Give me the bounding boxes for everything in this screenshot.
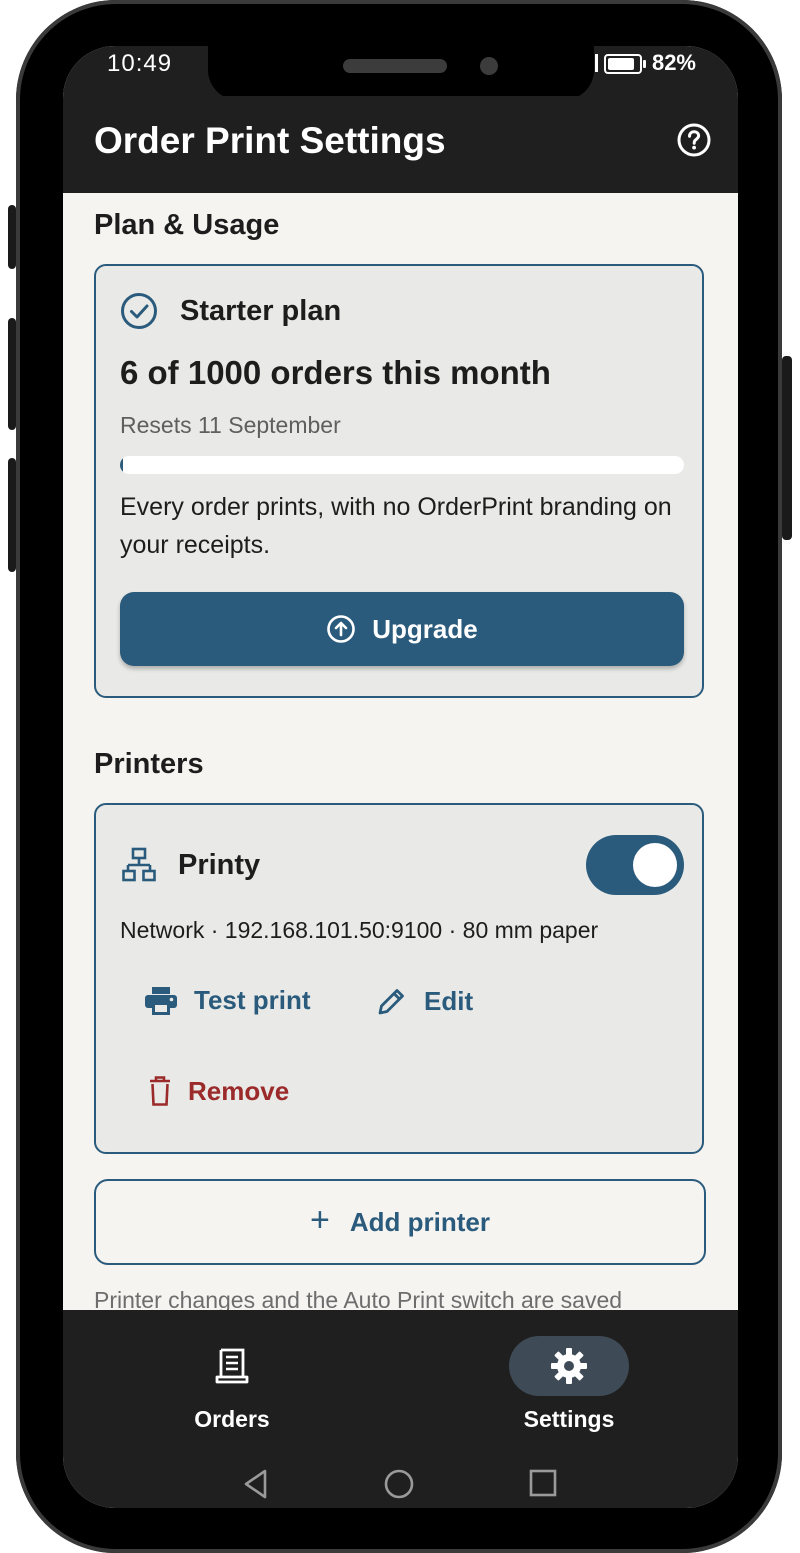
nav-orders-label: Orders bbox=[194, 1406, 270, 1432]
signal-icon bbox=[595, 54, 598, 72]
printers-section-heading: Printers bbox=[94, 748, 204, 780]
edit-button[interactable]: Edit bbox=[376, 985, 473, 1017]
plan-name: Starter plan bbox=[180, 294, 342, 327]
plan-section-heading: Plan & Usage bbox=[94, 209, 280, 241]
volume-down-button bbox=[8, 458, 16, 572]
screen: 10:49 82% Order Print Settings Plan & Us… bbox=[63, 46, 738, 1508]
usage-count: 6 of 1000 orders this month bbox=[120, 354, 551, 391]
home-icon[interactable] bbox=[383, 1468, 415, 1500]
upgrade-label: Upgrade bbox=[372, 613, 478, 644]
save-note: Printer changes and the Auto Print switc… bbox=[94, 1287, 623, 1310]
nav-settings-label: Settings bbox=[523, 1406, 615, 1432]
usage-progress-bar bbox=[120, 456, 684, 474]
gear-icon bbox=[551, 1348, 587, 1384]
camera-notch bbox=[208, 46, 594, 100]
help-circle-icon[interactable] bbox=[677, 123, 711, 157]
remove-label: Remove bbox=[188, 1075, 290, 1106]
printer-header: Printy bbox=[122, 847, 260, 883]
speaker-grille bbox=[343, 59, 447, 73]
back-icon[interactable] bbox=[241, 1468, 271, 1500]
printer-name: Printy bbox=[178, 848, 261, 881]
edit-label: Edit bbox=[424, 985, 474, 1016]
add-printer-button[interactable]: + Add printer bbox=[94, 1179, 706, 1265]
plan-card: Starter plan 6 of 1000 orders this month… bbox=[94, 264, 704, 698]
settings-content[interactable]: Plan & Usage Starter plan 6 of 1000 orde… bbox=[63, 193, 738, 1310]
printer-enabled-toggle[interactable] bbox=[586, 835, 684, 895]
front-camera bbox=[480, 57, 498, 75]
usage-progress-fill bbox=[120, 456, 124, 474]
reset-date: Resets 11 September bbox=[120, 412, 341, 438]
page-title: Order Print Settings bbox=[94, 120, 446, 161]
nav-settings[interactable]: Settings bbox=[449, 1310, 689, 1460]
recents-icon[interactable] bbox=[528, 1468, 558, 1498]
power-button bbox=[782, 356, 792, 540]
network-icon bbox=[122, 847, 156, 882]
bottom-navigation: Orders Settings bbox=[63, 1310, 738, 1460]
toggle-knob bbox=[633, 843, 677, 887]
trash-icon bbox=[150, 1076, 170, 1106]
battery-percent: 82% bbox=[651, 50, 696, 75]
add-printer-label: Add printer bbox=[349, 1206, 490, 1237]
nav-settings-icon-wrap bbox=[509, 1336, 629, 1396]
app-bar: Order Print Settings bbox=[63, 96, 738, 193]
volume-up-button bbox=[8, 318, 16, 430]
receipt-icon bbox=[215, 1348, 249, 1384]
nav-orders-icon-wrap bbox=[172, 1336, 292, 1396]
check-circle-icon bbox=[121, 293, 157, 329]
side-button bbox=[8, 205, 16, 269]
printer-icon bbox=[145, 986, 177, 1015]
arrow-up-circle-icon bbox=[327, 615, 356, 643]
plus-icon: + bbox=[310, 1200, 330, 1239]
status-time: 10:49 bbox=[107, 50, 173, 77]
printer-card: Printy Network · 192.168.101.50:9100 · 8… bbox=[94, 803, 704, 1154]
plan-description: Every order prints, with no OrderPrint b… bbox=[120, 493, 672, 559]
remove-button[interactable]: Remove bbox=[148, 1075, 289, 1107]
plan-header: Starter plan bbox=[120, 292, 341, 330]
system-navigation-bar bbox=[63, 1460, 738, 1508]
test-print-button[interactable]: Test print bbox=[144, 985, 311, 1016]
test-print-label: Test print bbox=[194, 985, 311, 1015]
nav-orders[interactable]: Orders bbox=[112, 1310, 352, 1460]
pencil-icon bbox=[378, 989, 404, 1015]
printer-details: Network · 192.168.101.50:9100 · 80 mm pa… bbox=[120, 917, 599, 943]
battery-icon bbox=[604, 54, 646, 74]
upgrade-button[interactable]: Upgrade bbox=[120, 592, 684, 666]
